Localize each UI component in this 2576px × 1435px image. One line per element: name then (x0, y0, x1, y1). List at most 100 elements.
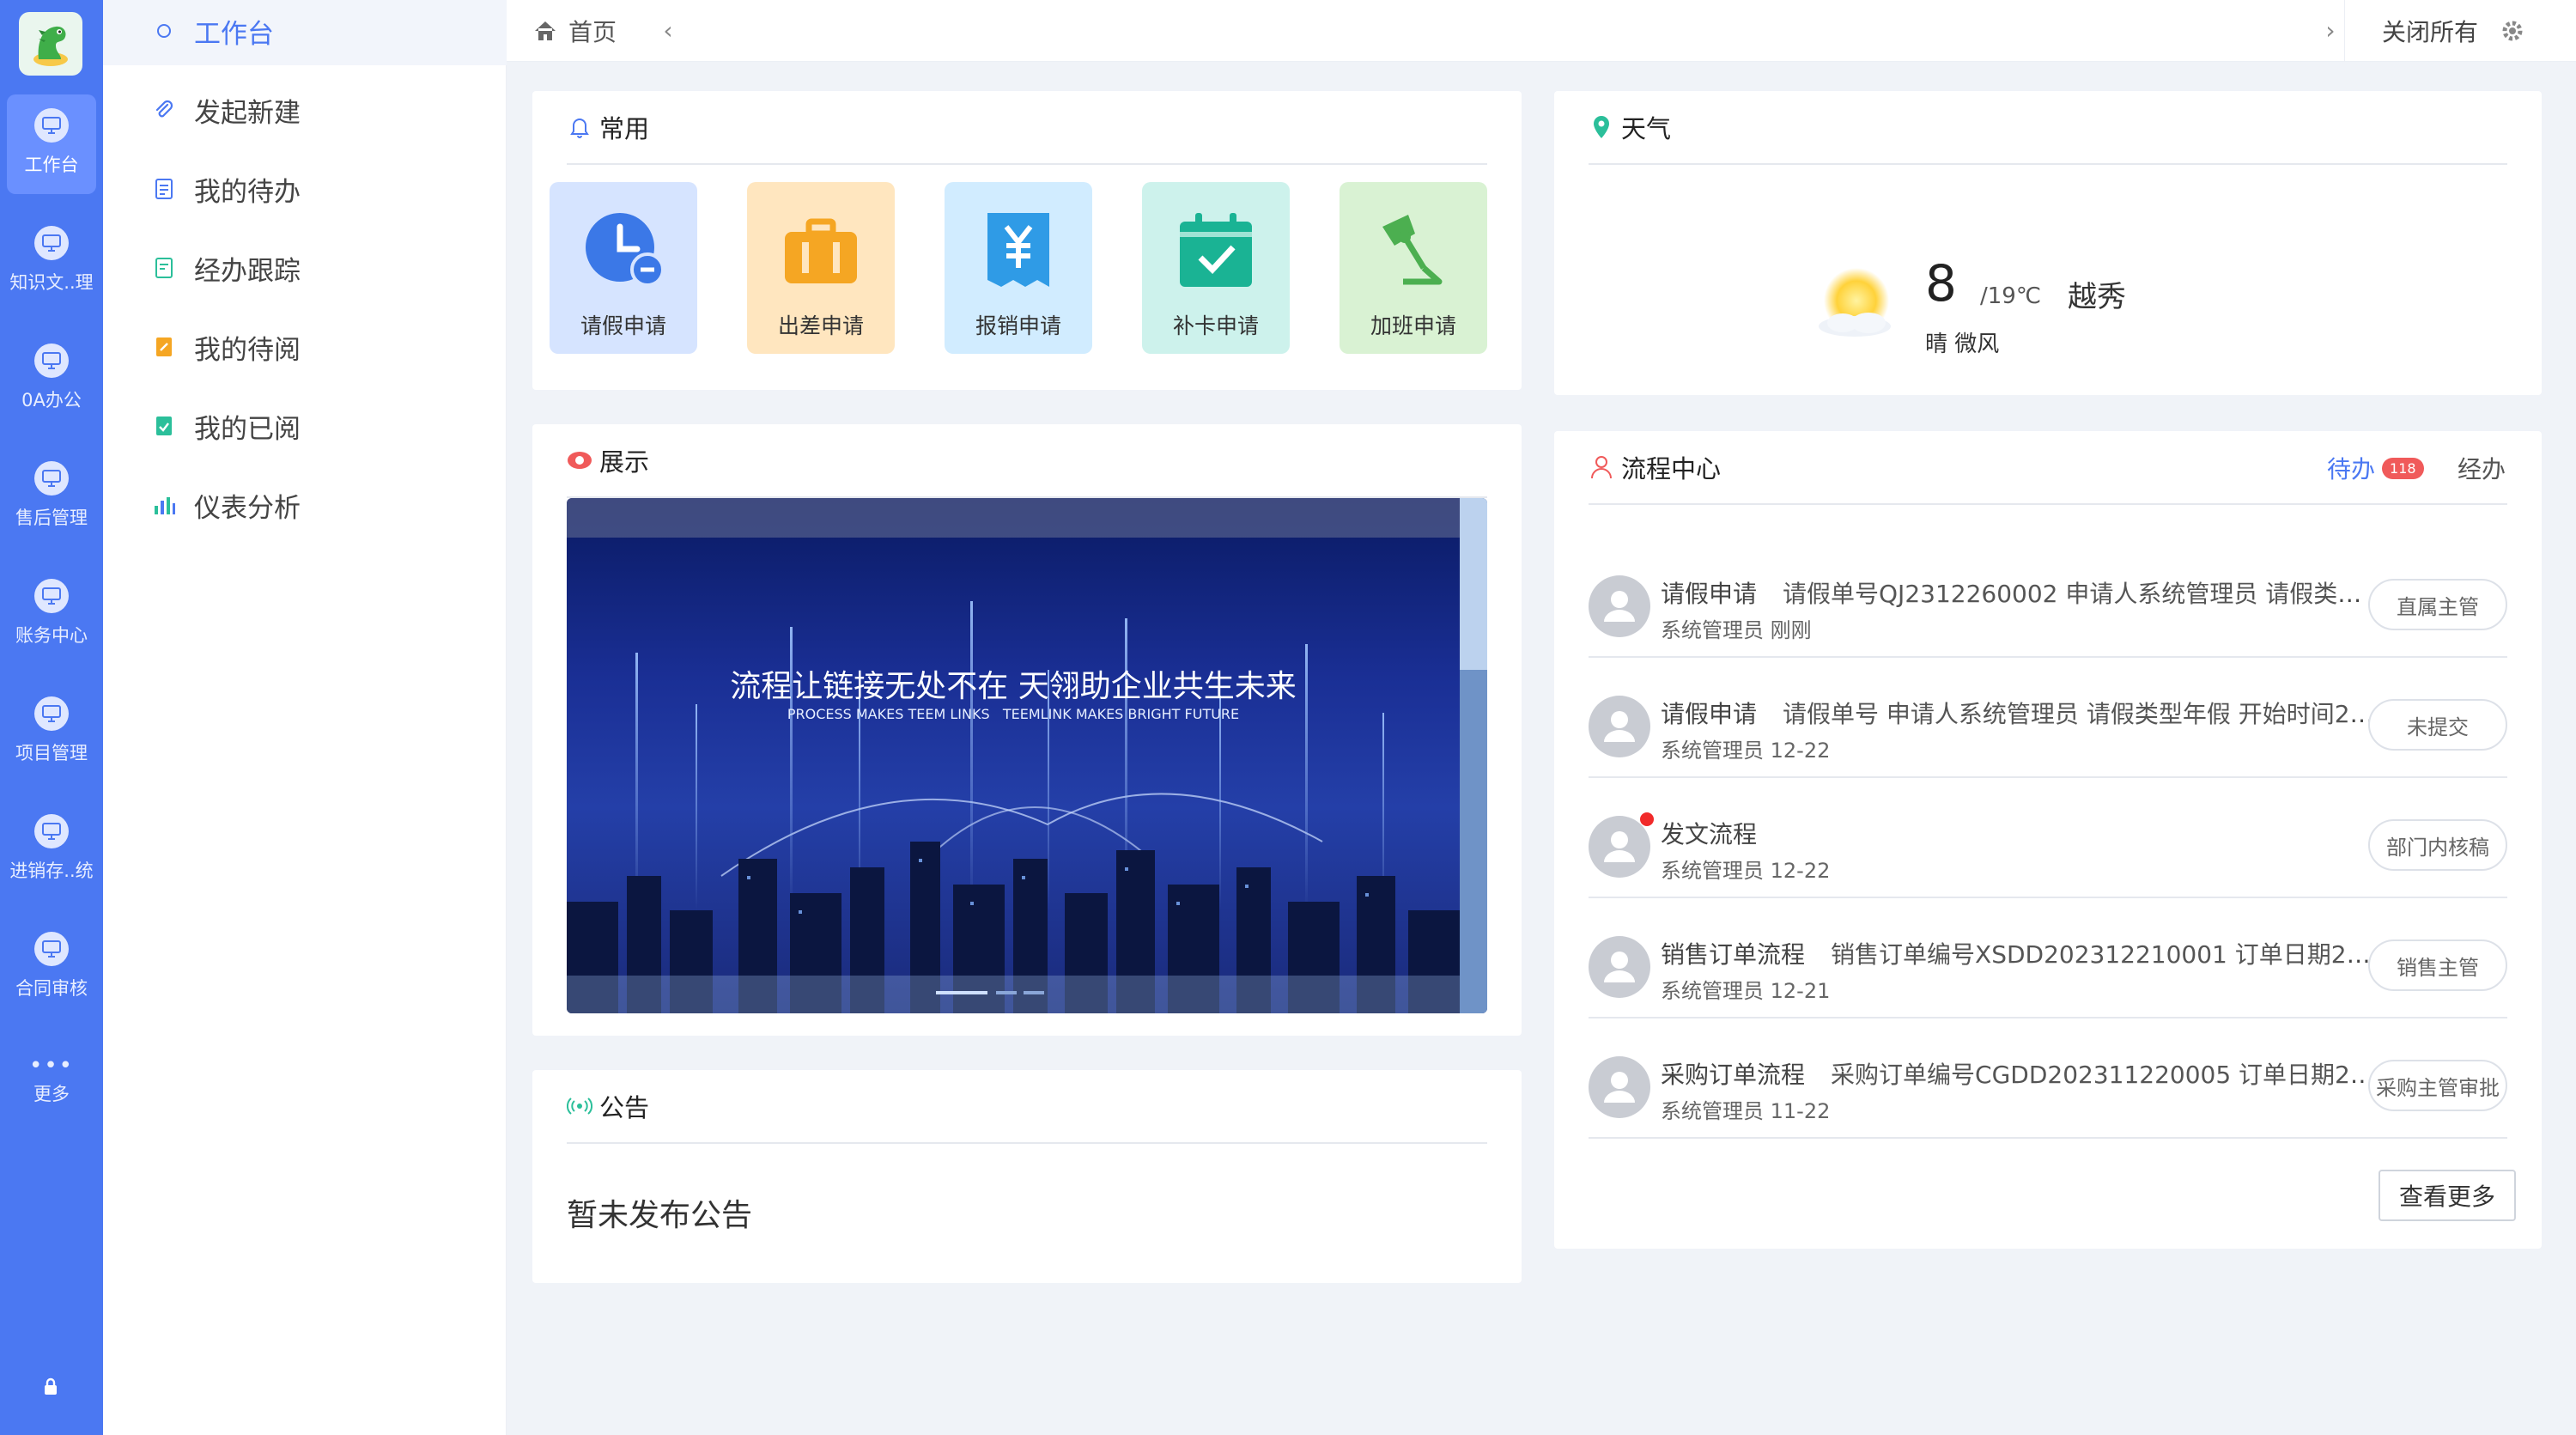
process-action-tag[interactable]: 未提交 (2368, 699, 2507, 751)
sidebar-item-label: 我的已阅 (194, 413, 301, 445)
showcase-card: 展示 流程让链接无处不在 天翎助企业共生未来 PROCESS MAKES TEE… (532, 424, 1522, 1036)
process-row[interactable]: 发文流程 系统管理员 12-22 部门内核稿 (1589, 778, 2507, 898)
view-more-button[interactable]: 查看更多 (2379, 1170, 2516, 1221)
avatar (1589, 696, 1650, 757)
rail-item-projects[interactable]: 项目管理 (7, 683, 96, 782)
process-row[interactable]: 销售订单流程销售订单编号XSDD202312210001 订单日期2023-12… (1589, 898, 2507, 1018)
tab-handled[interactable]: 经办 (2458, 431, 2506, 505)
rail-more-button[interactable]: ••• 更多 (7, 1049, 96, 1127)
tab-todo-label: 待办 (2327, 455, 2376, 483)
notice-card-title: 公告 (599, 1093, 650, 1122)
dinosaur-logo-icon (33, 26, 68, 66)
common-card: 常用 请假申请 出差申请 报销申请 补卡申请 加班申请 (532, 91, 1522, 390)
process-action-tag[interactable]: 部门内核稿 (2368, 819, 2507, 871)
monitor-icon (34, 814, 69, 848)
tile-label: 出差申请 (777, 313, 864, 338)
process-meta: 系统管理员 12-22 (1661, 739, 1831, 763)
process-row[interactable]: 请假申请 请假单号QJ2312260002 申请人系统管理员 请假类型年假 系统管… (1589, 538, 2507, 658)
process-name: 采购订单流程 (1661, 1061, 1806, 1089)
rail-item-label: 知识文..理 (9, 272, 94, 293)
tile-label: 补卡申请 (1172, 313, 1259, 338)
avatar (1589, 816, 1650, 878)
process-row[interactable]: 请假申请 请假单号 申请人系统管理员 请假类型年假 开始时间2023 系统管理员 … (1589, 658, 2507, 778)
sidebar-item-label: 工作台 (194, 18, 274, 50)
process-name: 请假申请 (1661, 700, 1758, 728)
sidebar-item-new[interactable]: 发起新建 (103, 76, 507, 144)
banner-title: 流程让链接无处不在 天翎助企业共生未来 (730, 669, 1297, 704)
process-action-tag[interactable]: 直属主管 (2368, 579, 2507, 630)
rail-item-workbench[interactable]: 工作台 (7, 94, 96, 194)
app-logo[interactable] (19, 12, 82, 76)
tile-leave[interactable]: 请假申请 (550, 182, 697, 354)
eye-icon (567, 447, 592, 473)
rail-item-contracts[interactable]: 合同审核 (7, 918, 96, 1018)
weather-card-title: 天气 (1621, 114, 1672, 143)
weather-city: 越秀 (2068, 280, 2126, 314)
weather-temp: 8 (1925, 254, 1957, 313)
divider (2344, 0, 2345, 62)
rail-item-label: 0A办公 (21, 390, 82, 410)
track-doc-icon (151, 255, 177, 281)
tile-reimburse[interactable]: 报销申请 (945, 182, 1092, 354)
sidebar-item-label: 我的待阅 (194, 334, 301, 366)
sidebar-item-todo[interactable]: 我的待办 (103, 155, 507, 223)
weather-desc: 晴 微风 (1925, 331, 2000, 357)
rail-item-knowledge[interactable]: 知识文..理 (7, 212, 96, 312)
tab-todo[interactable]: 待办 118 (2327, 431, 2424, 505)
banner-subtitle: PROCESS MAKES TEEM LINKS TEEMLINK MAKES … (787, 706, 1240, 722)
weather-range: /19℃ (1980, 283, 2042, 309)
lock-icon[interactable] (38, 1374, 64, 1400)
calendar-check-icon (1173, 208, 1259, 294)
showcase-banner[interactable]: 流程让链接无处不在 天翎助企业共生未来 PROCESS MAKES TEEM L… (567, 498, 1487, 1013)
process-meta: 系统管理员 11-22 (1661, 1099, 1831, 1123)
tab-home[interactable]: 首页 (532, 0, 617, 62)
app-rail: 工作台 知识文..理 0A办公 售后管理 账务中心 项目管理 进销存..统 合同… (0, 0, 103, 1435)
bar-chart-icon (151, 492, 177, 518)
tile-label: 请假申请 (580, 313, 666, 338)
process-center-card: 流程中心 待办 118 经办 请假申请 请假单号QJ2312260002 申请人系… (1554, 431, 2542, 1249)
rail-item-label: 工作台 (24, 155, 79, 175)
tile-overtime[interactable]: 加班申请 (1340, 182, 1487, 354)
common-card-title: 常用 (599, 114, 650, 143)
sidebar-item-workbench[interactable]: 工作台 (103, 0, 507, 65)
process-action-tag[interactable]: 销售主管 (2368, 939, 2507, 991)
sidebar-item-dashboard[interactable]: 仪表分析 (103, 471, 507, 539)
sunny-cloud-icon (1819, 268, 1891, 337)
rail-item-label: 项目管理 (15, 743, 88, 763)
location-pin-icon (1589, 114, 1614, 140)
city-skyline-image (567, 498, 1487, 1013)
weather-summary: 8 /19℃ 越秀 晴 微风 (1812, 246, 2258, 366)
process-row-title: 发文流程 (1661, 816, 2382, 850)
to-read-icon (151, 334, 177, 360)
sidebar-item-tracking[interactable]: 经办跟踪 (103, 234, 507, 302)
sidebar-item-read[interactable]: 我的已阅 (103, 392, 507, 460)
monitor-icon (34, 461, 69, 496)
chevron-left-icon[interactable]: ‹ (656, 19, 680, 43)
gear-icon[interactable] (2499, 17, 2526, 45)
rail-item-inventory[interactable]: 进销存..统 (7, 800, 96, 900)
sidebar-item-label: 我的待办 (194, 176, 301, 208)
sidebar-item-to-read[interactable]: 我的待阅 (103, 313, 507, 381)
tile-label: 报销申请 (975, 313, 1061, 338)
tile-business-trip[interactable]: 出差申请 (747, 182, 895, 354)
tile-label: 加班申请 (1370, 313, 1456, 338)
process-action-tag[interactable]: 采购主管审批 (2368, 1060, 2507, 1111)
process-name: 销售订单流程 (1661, 940, 1806, 969)
common-card-header: 常用 (567, 91, 1487, 165)
close-all-button[interactable]: 关闭所有 (2382, 0, 2478, 62)
process-name: 发文流程 (1661, 820, 1758, 848)
tile-clock-in-fix[interactable]: 补卡申请 (1142, 182, 1290, 354)
process-row[interactable]: 采购订单流程采购订单编号CGDD202311220005 订单日期2023-11… (1589, 1018, 2507, 1139)
process-meta: 系统管理员 12-21 (1661, 979, 1831, 1003)
process-desc: 请假单号 申请人系统管理员 请假类型年假 开始时间2023 (1783, 700, 2382, 728)
process-meta: 系统管理员 刚刚 (1661, 618, 1812, 642)
rail-item-after-sales[interactable]: 售后管理 (7, 447, 96, 547)
rail-item-oa[interactable]: 0A办公 (7, 330, 96, 429)
process-meta: 系统管理员 12-22 (1661, 859, 1831, 883)
chevron-right-icon[interactable]: › (2318, 19, 2342, 43)
rail-item-accounts[interactable]: 账务中心 (7, 565, 96, 665)
process-desc: 销售订单编号XSDD202312210001 订单日期2023-12-21 (1831, 940, 2382, 969)
process-name: 请假申请 (1661, 580, 1758, 608)
avatar (1589, 936, 1650, 998)
broadcast-icon (567, 1093, 592, 1119)
